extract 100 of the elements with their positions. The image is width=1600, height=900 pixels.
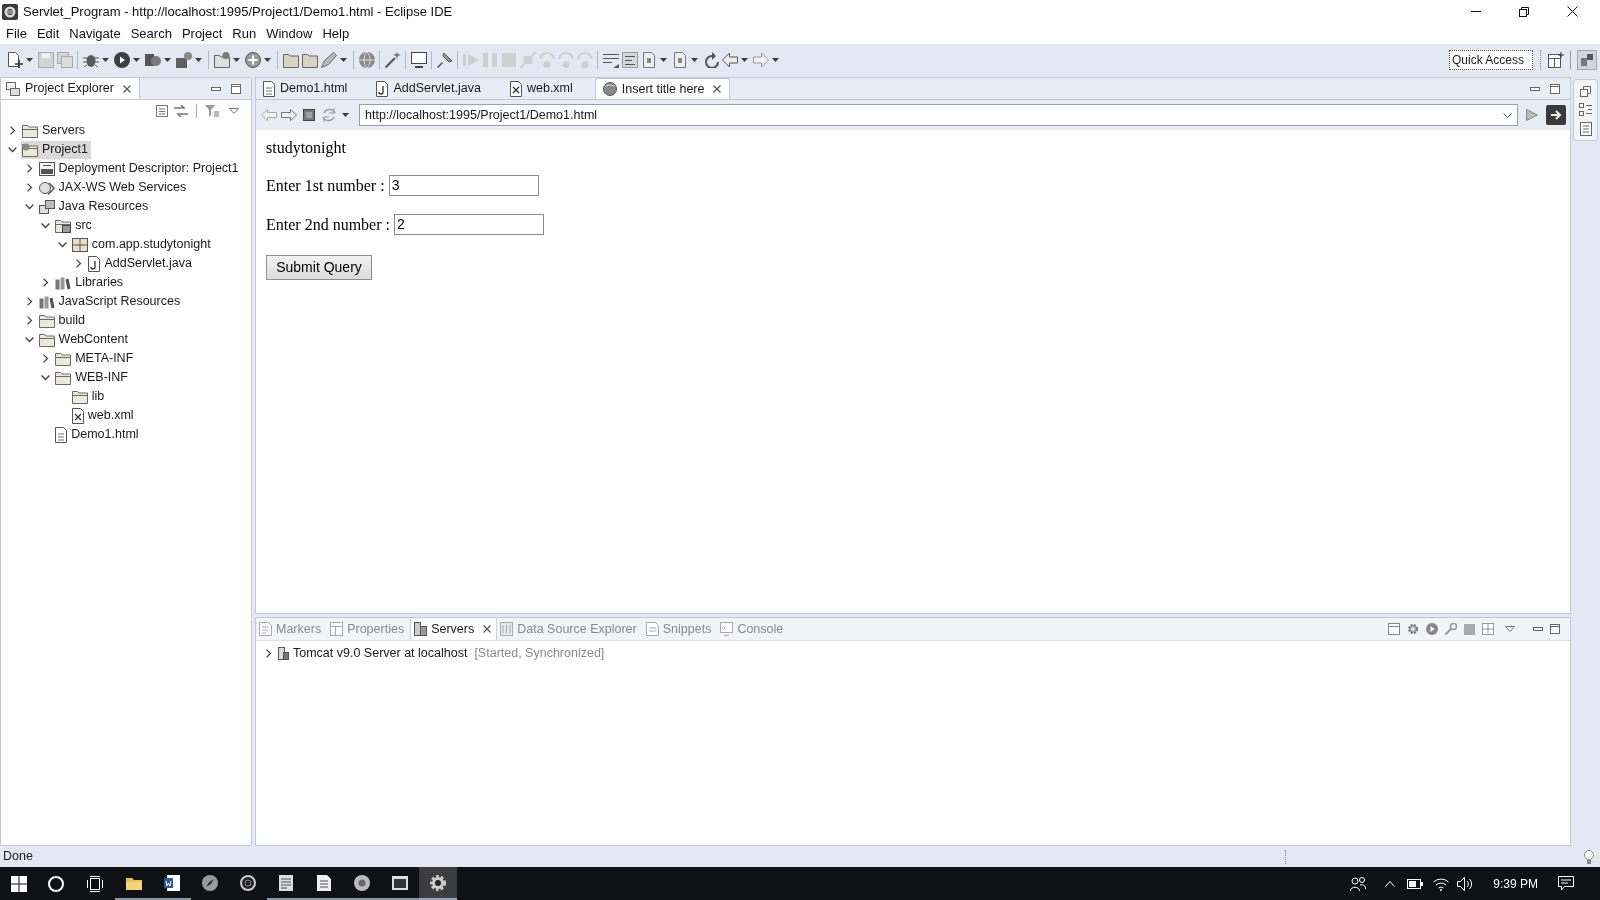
chevron-down-icon[interactable] bbox=[8, 145, 17, 154]
menu-item[interactable]: File bbox=[1, 23, 32, 44]
plus-circle-icon[interactable] bbox=[244, 51, 261, 68]
circular-arrow-icon[interactable] bbox=[702, 51, 719, 68]
menu-item[interactable]: Search bbox=[125, 23, 177, 44]
tree-item[interactable]: WEB-INF bbox=[54, 368, 131, 387]
chevron-right-icon[interactable] bbox=[41, 354, 51, 363]
url-field[interactable]: http://localhost:1995/Project1/Demo1.html bbox=[359, 104, 1518, 126]
text-box-icon[interactable] bbox=[621, 51, 638, 68]
magnifier-icon[interactable] bbox=[1445, 623, 1457, 635]
tree-item[interactable]: META-INF bbox=[54, 349, 137, 368]
caret-icon[interactable] bbox=[264, 57, 271, 62]
editor-tab[interactable]: AddServlet.java bbox=[369, 78, 503, 99]
chevron-right-icon[interactable] bbox=[264, 649, 273, 658]
close-icon[interactable] bbox=[713, 85, 722, 93]
lightbulb-icon[interactable] bbox=[1584, 849, 1594, 864]
number-input[interactable]: 3 bbox=[388, 175, 539, 196]
link-arrows-icon[interactable] bbox=[174, 104, 188, 117]
boxes-icon[interactable] bbox=[1577, 49, 1597, 70]
chevron-right-icon[interactable] bbox=[24, 183, 34, 192]
new-file-icon[interactable] bbox=[6, 51, 23, 68]
forward-arrow-icon[interactable] bbox=[281, 109, 297, 121]
close-icon[interactable] bbox=[122, 84, 131, 93]
window-plus-icon[interactable] bbox=[1548, 51, 1564, 68]
list-icon[interactable] bbox=[1579, 103, 1592, 116]
editor-tab[interactable]: Demo1.html bbox=[256, 78, 370, 99]
caret-icon[interactable] bbox=[741, 57, 748, 62]
chevron-up-icon[interactable] bbox=[1385, 880, 1396, 887]
caret-icon[interactable] bbox=[660, 57, 667, 62]
caret-icon[interactable] bbox=[233, 57, 240, 62]
chevron-down-icon[interactable] bbox=[1503, 112, 1512, 118]
notification-icon[interactable] bbox=[1558, 876, 1574, 891]
people-icon[interactable] bbox=[1350, 875, 1367, 892]
lines-icon[interactable] bbox=[602, 51, 619, 68]
maximize-icon[interactable] bbox=[1550, 624, 1560, 634]
caret-icon[interactable] bbox=[195, 57, 202, 62]
page-icon[interactable] bbox=[640, 51, 657, 68]
view-tab[interactable]: Servers bbox=[410, 618, 498, 640]
tree-item[interactable]: Tomcat v9.0 Server at localhost bbox=[278, 644, 468, 663]
tree-item[interactable]: com.app.studytonight bbox=[70, 235, 214, 254]
page-icon[interactable] bbox=[671, 51, 688, 68]
shapes-icon[interactable] bbox=[144, 51, 161, 68]
arrow-tile-icon[interactable] bbox=[1546, 105, 1566, 125]
clock-time[interactable]: 9:39 PM bbox=[1493, 874, 1538, 893]
chevron-right-icon[interactable] bbox=[24, 297, 34, 306]
caret-icon[interactable] bbox=[102, 57, 109, 62]
chevron-down-icon[interactable] bbox=[41, 373, 51, 382]
tree-item[interactable]: lib bbox=[70, 387, 108, 406]
view-tab[interactable]: Project Explorer bbox=[1, 78, 140, 99]
close-icon[interactable] bbox=[1566, 6, 1578, 17]
tree-item[interactable]: JavaScript Resources bbox=[37, 292, 184, 311]
tree-item[interactable]: Project1 bbox=[21, 140, 91, 159]
chevron-down-icon[interactable] bbox=[24, 202, 34, 211]
filter-icon[interactable] bbox=[205, 104, 219, 117]
tree-item[interactable]: build bbox=[37, 311, 88, 330]
window-icon[interactable] bbox=[1388, 623, 1400, 635]
search-icon[interactable] bbox=[48, 875, 64, 892]
play-circle-icon[interactable] bbox=[1426, 623, 1438, 635]
tree-item[interactable]: Deployment Descriptor: Project1 bbox=[37, 159, 242, 178]
pencil-icon[interactable] bbox=[320, 51, 337, 68]
quick-access-field[interactable]: Quick Access bbox=[1449, 49, 1533, 70]
folder-icon[interactable] bbox=[213, 51, 230, 68]
chevron-down-icon[interactable] bbox=[57, 240, 67, 249]
collapse-all-icon[interactable] bbox=[156, 104, 168, 117]
chevron-right-icon[interactable] bbox=[8, 126, 17, 135]
stop-icon[interactable] bbox=[303, 109, 315, 121]
tree-item[interactable]: Java Resources bbox=[37, 197, 152, 216]
menu-item[interactable]: Run bbox=[227, 23, 262, 44]
caret-icon[interactable] bbox=[772, 57, 779, 62]
tree-item[interactable]: Servers bbox=[21, 121, 89, 140]
chevron-right-icon[interactable] bbox=[24, 316, 34, 325]
battery-icon[interactable] bbox=[1407, 878, 1424, 889]
brush-icon[interactable] bbox=[436, 51, 453, 68]
start-icon[interactable] bbox=[10, 875, 27, 892]
restore-icon[interactable] bbox=[1519, 6, 1529, 17]
caret-icon[interactable] bbox=[133, 57, 140, 62]
minimize-icon[interactable] bbox=[1530, 86, 1540, 91]
maximize-icon[interactable] bbox=[1550, 83, 1560, 94]
wand-icon[interactable] bbox=[384, 51, 401, 68]
tree-item[interactable]: JAX-WS Web Services bbox=[37, 178, 190, 197]
caret-icon[interactable] bbox=[26, 57, 33, 62]
submit-button[interactable]: Submit Query bbox=[266, 255, 372, 280]
speaker-icon[interactable] bbox=[1457, 876, 1474, 891]
close-icon[interactable] bbox=[483, 625, 492, 633]
tree-item[interactable]: src bbox=[54, 216, 95, 235]
tree-item[interactable]: AddServlet.java bbox=[87, 254, 195, 273]
document-icon[interactable] bbox=[1579, 122, 1592, 136]
tree-item[interactable]: Libraries bbox=[54, 273, 127, 292]
menu-item[interactable]: Help bbox=[317, 23, 355, 44]
wifi-icon[interactable] bbox=[1433, 876, 1450, 891]
caret-icon[interactable] bbox=[342, 113, 349, 117]
chevron-down-icon[interactable] bbox=[24, 335, 34, 344]
globe-icon[interactable] bbox=[358, 51, 375, 68]
number-input[interactable]: 2 bbox=[393, 214, 544, 235]
shapes-icon[interactable] bbox=[175, 51, 192, 68]
minimize-icon[interactable] bbox=[1533, 627, 1543, 631]
run-icon[interactable] bbox=[113, 51, 130, 68]
chevron-down-icon[interactable] bbox=[41, 221, 51, 230]
split-icon[interactable] bbox=[1482, 623, 1494, 635]
menu-item[interactable]: Window bbox=[261, 23, 318, 44]
